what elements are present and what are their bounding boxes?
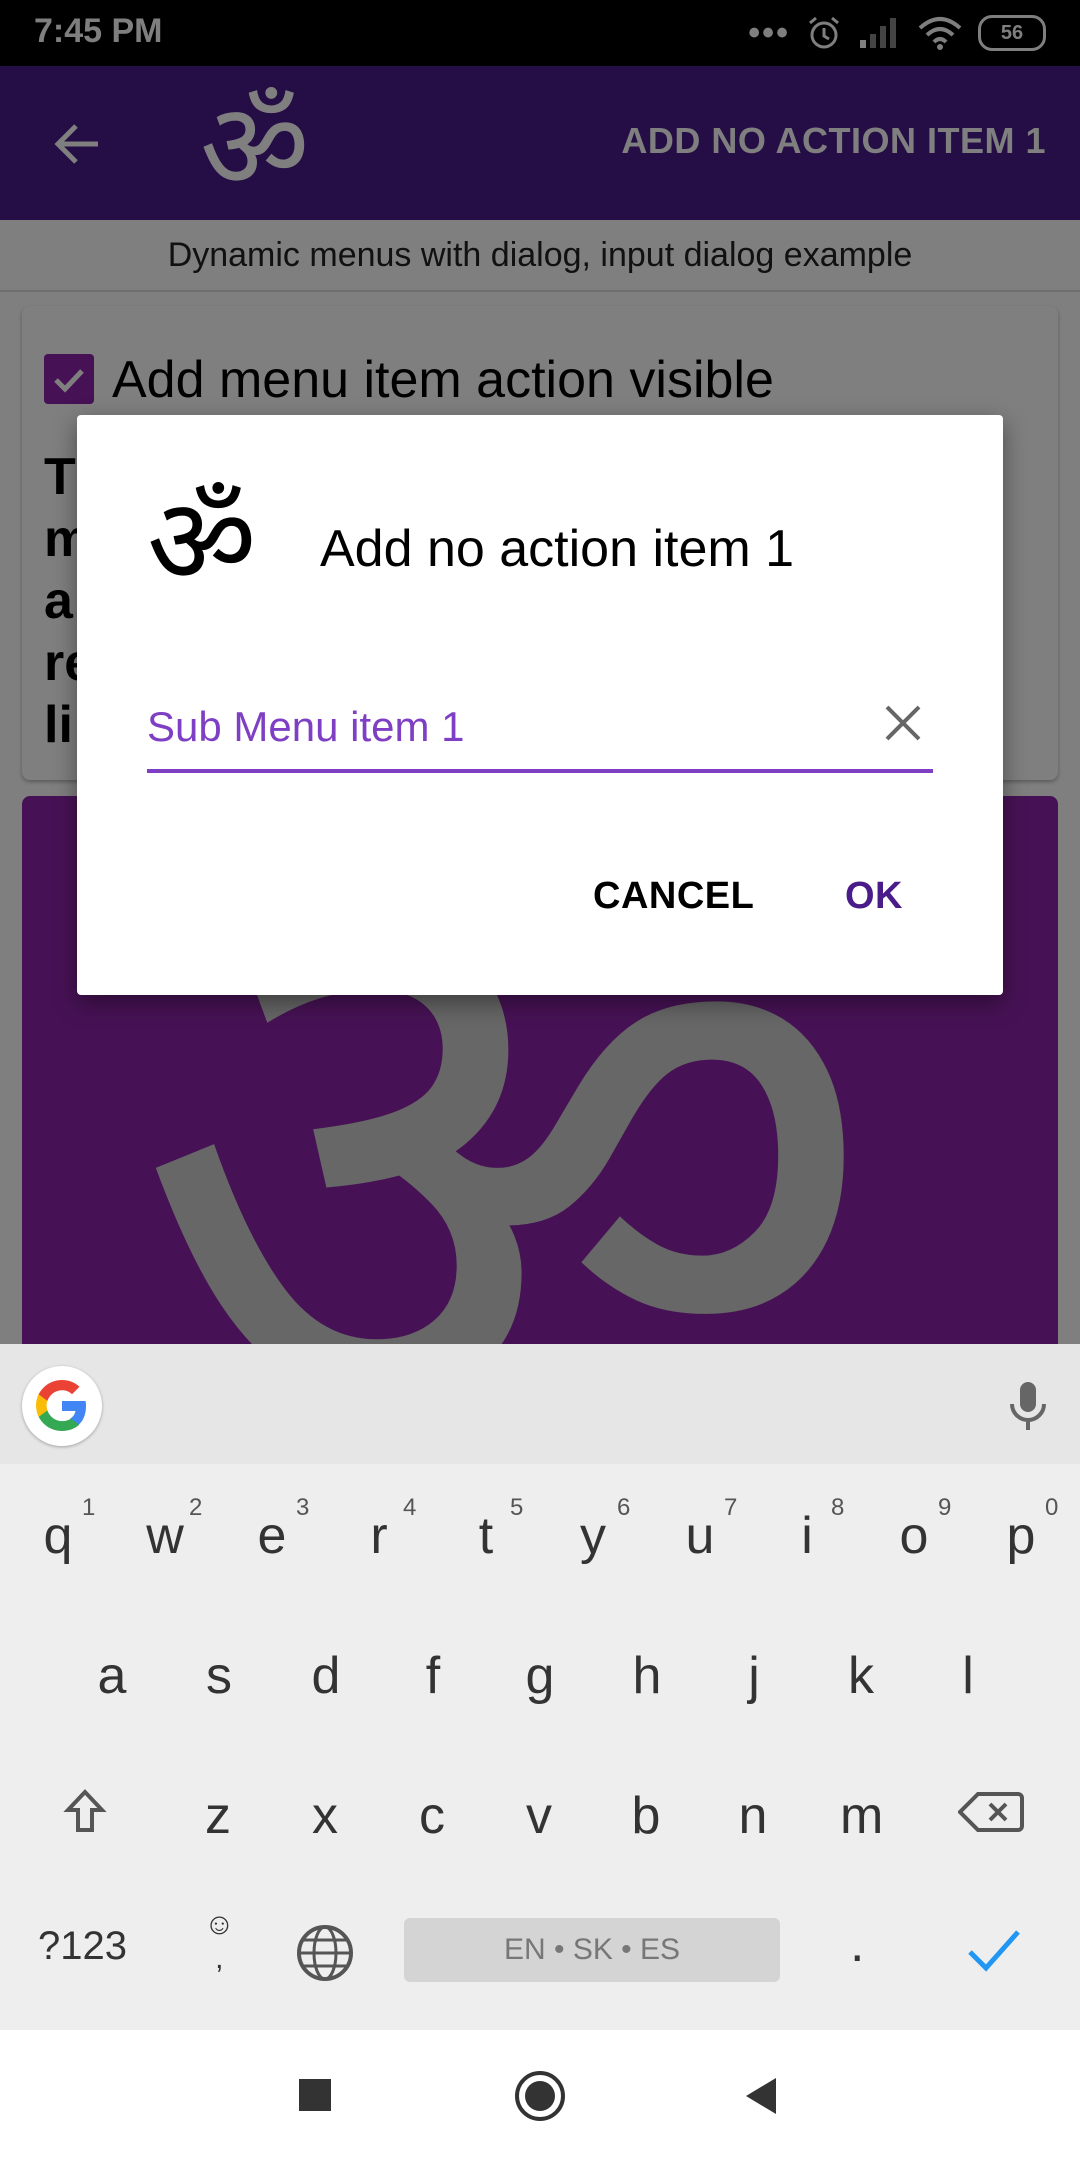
backspace-icon[interactable] [958, 1790, 1024, 1834]
key-hint-6: 6 [617, 1494, 631, 1521]
shift-icon[interactable] [60, 1786, 110, 1836]
cancel-button[interactable]: CANCEL [593, 875, 754, 918]
key-hint-2: 2 [189, 1494, 203, 1521]
dialog-title: Add no action item 1 [320, 520, 795, 578]
om-icon: ॐ [147, 475, 257, 609]
emoji-icon: ☺ [204, 1908, 235, 1941]
key-d[interactable]: d [306, 1646, 346, 1706]
clear-icon[interactable] [881, 701, 925, 745]
key-v[interactable]: v [519, 1786, 559, 1846]
key-hint-8: 8 [831, 1494, 845, 1521]
recent-apps-icon[interactable] [297, 2077, 333, 2113]
input-value[interactable]: Sub Menu item 1 [147, 703, 465, 751]
key-r[interactable]: r [359, 1506, 399, 1566]
key-f[interactable]: f [413, 1646, 453, 1706]
google-button[interactable] [22, 1366, 102, 1446]
symbols-key[interactable]: ?123 [38, 1924, 127, 1969]
globe-icon[interactable] [296, 1924, 354, 1982]
key-p[interactable]: p [1001, 1506, 1041, 1566]
soft-keyboard: q1 w2 e3 r4 t5 y6 u7 i8 o9 p0 a s d f g h j k l z x c v b n m ?… [0, 1344, 1080, 2030]
key-w[interactable]: w [145, 1506, 185, 1566]
key-e[interactable]: e [252, 1506, 292, 1566]
key-b[interactable]: b [626, 1786, 666, 1846]
mic-icon[interactable] [1004, 1378, 1052, 1434]
key-m[interactable]: m [840, 1786, 883, 1846]
key-h[interactable]: h [627, 1646, 667, 1706]
ok-button[interactable]: OK [845, 875, 903, 918]
key-n[interactable]: n [733, 1786, 773, 1846]
key-hint-9: 9 [938, 1494, 952, 1521]
spacebar-label: EN • SK • ES [503, 1933, 681, 1966]
key-y[interactable]: y [573, 1506, 613, 1566]
keyboard-suggestion-bar [0, 1344, 1080, 1464]
input-dialog: ॐ Add no action item 1 Sub Menu item 1 C… [77, 415, 1003, 995]
key-z[interactable]: z [198, 1786, 238, 1846]
emoji-comma-key[interactable]: ☺ , [204, 1908, 235, 1976]
key-o[interactable]: o [894, 1506, 934, 1566]
google-icon [36, 1380, 86, 1431]
key-c[interactable]: c [412, 1786, 452, 1846]
key-hint-7: 7 [724, 1494, 738, 1521]
key-i[interactable]: i [787, 1506, 827, 1566]
done-check-icon[interactable] [966, 1924, 1022, 1976]
key-a[interactable]: a [92, 1646, 132, 1706]
key-j[interactable]: j [734, 1646, 774, 1706]
spacebar[interactable]: EN • SK • ES [404, 1918, 780, 1982]
key-hint-1: 1 [82, 1494, 96, 1521]
home-icon[interactable] [514, 2070, 566, 2122]
navigation-bar [0, 2030, 1080, 2160]
key-t[interactable]: t [466, 1506, 506, 1566]
key-g[interactable]: g [520, 1646, 560, 1706]
period-key[interactable]: . [850, 1914, 864, 1974]
key-s[interactable]: s [199, 1646, 239, 1706]
back-triangle-icon[interactable] [742, 2076, 780, 2116]
comma-label: , [215, 1942, 224, 1975]
key-hint-0: 0 [1045, 1494, 1059, 1521]
key-hint-3: 3 [296, 1494, 310, 1521]
item-name-input[interactable]: Sub Menu item 1 [147, 693, 933, 773]
key-l[interactable]: l [948, 1646, 988, 1706]
key-k[interactable]: k [841, 1646, 881, 1706]
key-hint-4: 4 [403, 1494, 417, 1521]
key-x[interactable]: x [305, 1786, 345, 1846]
key-q[interactable]: q [38, 1506, 78, 1566]
key-hint-5: 5 [510, 1494, 524, 1521]
key-u[interactable]: u [680, 1506, 720, 1566]
